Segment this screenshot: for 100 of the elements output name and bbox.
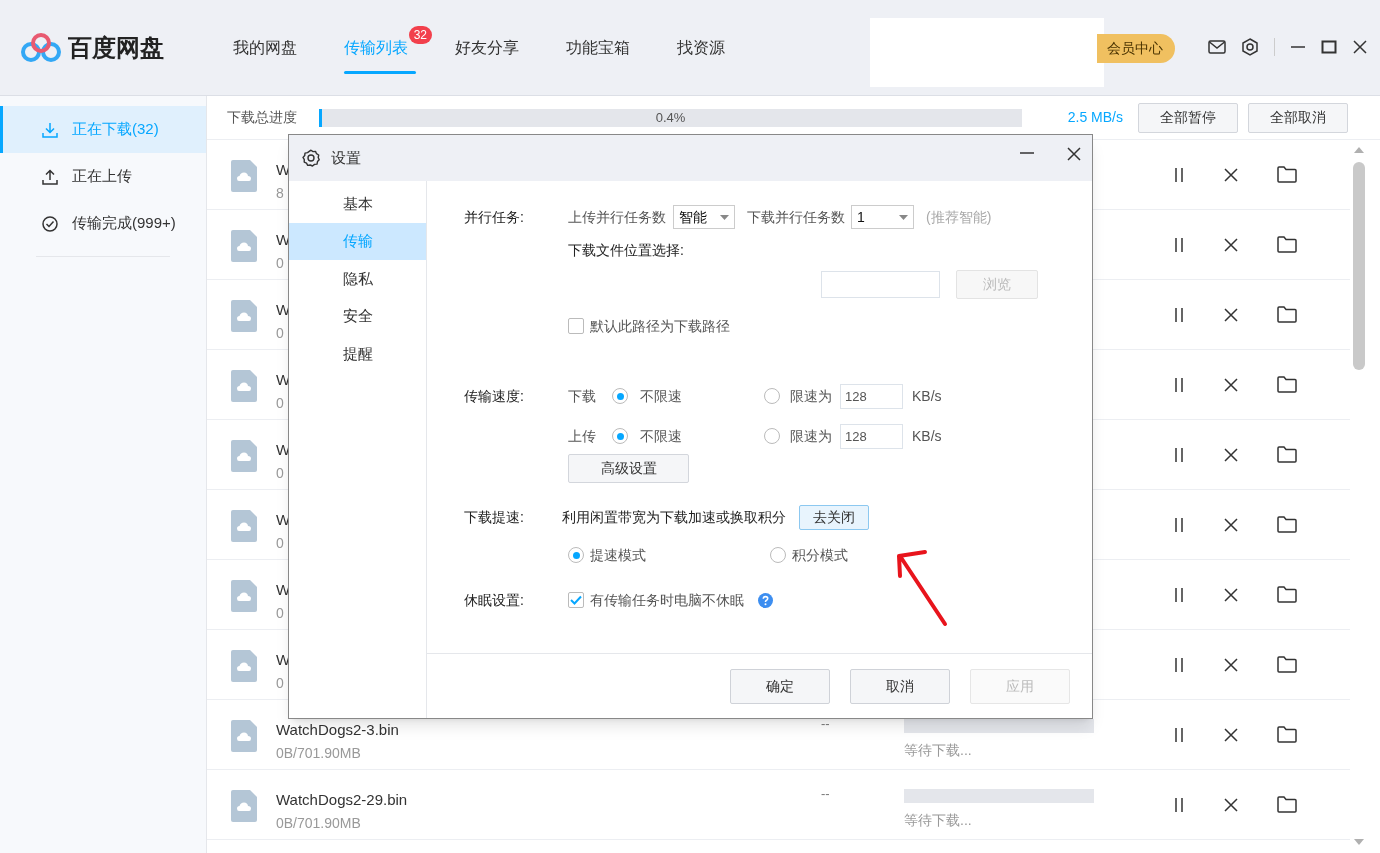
file-name: WatchDogs2-3.bin [276, 720, 399, 740]
radio-label: 不限速 [640, 386, 683, 406]
close-icon[interactable] [1066, 146, 1082, 162]
folder-icon[interactable] [1277, 726, 1297, 743]
download-speed: 2.5 MB/s [1067, 108, 1123, 127]
pause-all-button[interactable]: 全部暂停 [1138, 102, 1238, 133]
file-size: 0 [276, 464, 284, 483]
settings-nav-item[interactable]: 隐私 [289, 260, 426, 298]
settings-nav-item[interactable]: 安全 [289, 297, 426, 335]
file-size: 0 [276, 254, 284, 273]
speed-limit-field[interactable]: 128 [840, 423, 903, 449]
cancel-icon[interactable] [1223, 726, 1239, 743]
radio-button[interactable] [612, 428, 628, 444]
pause-icon[interactable] [1173, 796, 1185, 813]
settings-icon[interactable] [1241, 38, 1259, 56]
turn-off-button[interactable]: 去关闭 [799, 504, 869, 530]
cancel-icon[interactable] [1223, 376, 1239, 393]
cancel-icon[interactable] [1223, 516, 1239, 533]
nav-tab[interactable]: 好友分享 [455, 0, 519, 95]
cancel-button[interactable]: 取消 [850, 668, 950, 704]
download-tasks-label: 下载并行任务数 [747, 207, 845, 227]
file-size: 0 [276, 534, 284, 553]
pause-icon[interactable] [1173, 516, 1185, 533]
radio-button[interactable] [770, 547, 786, 563]
pause-icon[interactable] [1173, 656, 1185, 673]
cancel-icon[interactable] [1223, 306, 1239, 323]
radio-button[interactable] [764, 388, 780, 404]
cancel-icon[interactable] [1223, 586, 1239, 603]
download-location-label: 下载文件位置选择: [568, 240, 684, 260]
task-status: 等待下载... [904, 741, 972, 760]
dropdown[interactable]: 1 [851, 205, 914, 229]
folder-icon[interactable] [1277, 166, 1297, 183]
dropdown[interactable]: 智能 [673, 205, 735, 229]
radio-button[interactable] [568, 547, 584, 563]
speed-unit: KB/s [912, 386, 942, 406]
mail-icon[interactable] [1208, 40, 1226, 54]
sidebar-item[interactable]: 正在上传 [0, 153, 206, 200]
pause-icon[interactable] [1173, 306, 1185, 323]
folder-icon[interactable] [1277, 586, 1297, 603]
pause-icon[interactable] [1173, 236, 1185, 253]
pause-icon[interactable] [1173, 446, 1185, 463]
file-icon [231, 160, 259, 192]
nav-tab[interactable]: 功能宝箱 [566, 0, 630, 95]
folder-icon[interactable] [1277, 236, 1297, 253]
file-icon [231, 510, 259, 542]
radio-label: 限速为 [790, 426, 832, 446]
speed-limit-field[interactable]: 128 [840, 383, 903, 409]
confirm-button[interactable]: 确定 [730, 668, 830, 704]
cancel-icon[interactable] [1223, 236, 1239, 253]
radio-button[interactable] [612, 388, 628, 404]
cancel-icon[interactable] [1223, 166, 1239, 183]
checkbox[interactable] [568, 318, 584, 334]
checkbox-label: 有传输任务时电脑不休眠 [590, 590, 744, 610]
accel-description: 利用闲置带宽为下载加速或换取积分 [562, 507, 786, 527]
sidebar-item[interactable]: 传输完成(999+) [0, 200, 206, 247]
file-name: WatchDogs2-29.bin [276, 790, 408, 810]
pause-icon[interactable] [1173, 166, 1185, 183]
file-icon [231, 370, 259, 402]
folder-icon[interactable] [1277, 306, 1297, 323]
cancel-icon[interactable] [1223, 796, 1239, 813]
file-icon [231, 230, 259, 262]
cancel-all-button[interactable]: 全部取消 [1248, 102, 1348, 133]
folder-icon[interactable] [1277, 446, 1297, 463]
path-field[interactable] [821, 270, 940, 298]
settings-nav-item[interactable]: 基本 [289, 185, 426, 223]
folder-icon[interactable] [1277, 796, 1297, 813]
file-icon [231, 720, 259, 752]
folder-icon[interactable] [1277, 376, 1297, 393]
settings-nav-item[interactable]: 提醒 [289, 335, 426, 373]
maximize-icon[interactable] [1321, 39, 1337, 55]
file-icon [231, 300, 259, 332]
advanced-settings-button[interactable]: 高级设置 [568, 453, 689, 483]
dialog-title: 设置 [331, 147, 361, 168]
progress-label: 下载总进度 [227, 108, 298, 127]
settings-icon [302, 149, 320, 167]
nav-tab[interactable]: 传输列表 32 [344, 0, 432, 95]
download-icon [41, 120, 59, 139]
speed-direction-label: 上传 [568, 426, 597, 446]
nav-tab[interactable]: 找资源 [677, 0, 725, 95]
file-size: 8 [276, 184, 284, 203]
hint-text: (推荐智能) [926, 207, 992, 227]
pause-icon[interactable] [1173, 586, 1185, 603]
radio-button[interactable] [764, 428, 780, 444]
close-icon[interactable] [1352, 39, 1368, 55]
setting-label: 下载提速: [464, 507, 525, 527]
cancel-icon[interactable] [1223, 656, 1239, 673]
nav-tab[interactable]: 我的网盘 [233, 0, 297, 95]
checkmark-icon [570, 595, 582, 605]
folder-icon[interactable] [1277, 516, 1297, 533]
radio-label: 限速为 [790, 386, 832, 406]
folder-icon[interactable] [1277, 656, 1297, 673]
scrollbar-thumb[interactable] [1353, 162, 1365, 370]
help-icon[interactable] [758, 592, 773, 608]
pause-icon[interactable] [1173, 726, 1185, 743]
cancel-icon[interactable] [1223, 446, 1239, 463]
pause-icon[interactable] [1173, 376, 1185, 393]
checkbox-label: 默认此路径为下载路径 [590, 316, 730, 336]
file-size: 0 [276, 604, 284, 623]
checkbox[interactable] [568, 592, 584, 608]
vip-center-button[interactable]: 会员中心 [1097, 34, 1175, 63]
